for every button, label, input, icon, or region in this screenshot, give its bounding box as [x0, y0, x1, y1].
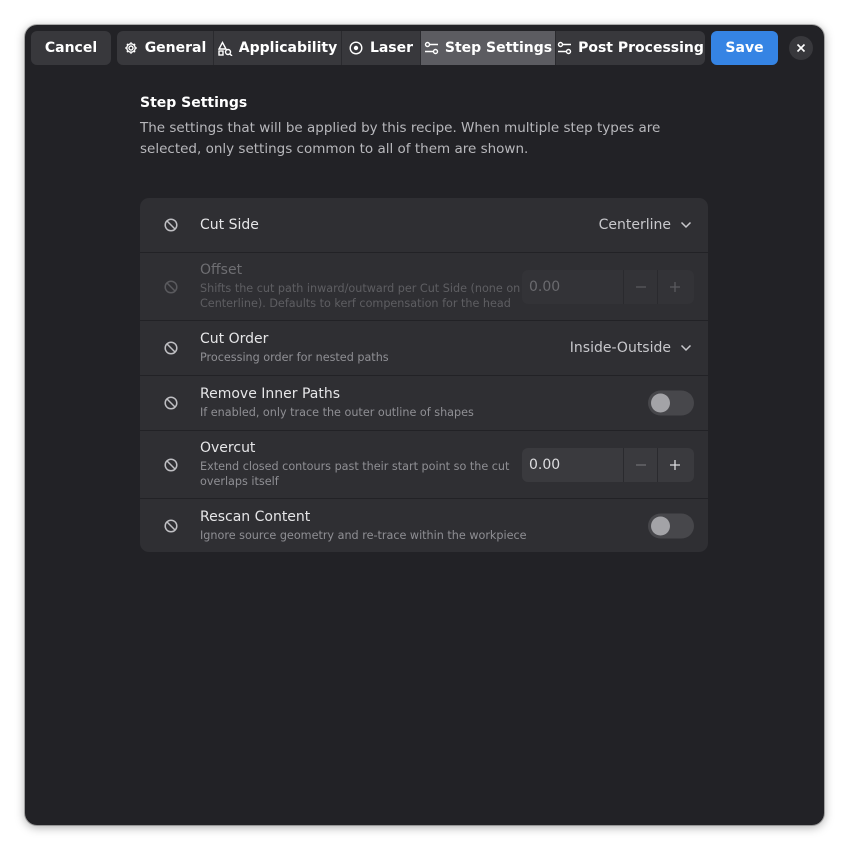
save-button[interactable]: Save: [711, 31, 778, 65]
tab-post-processing[interactable]: Post Processing: [555, 31, 705, 65]
setting-row-offset: Offset Shifts the cut path inward/outwar…: [140, 252, 708, 320]
gear-icon: [124, 41, 139, 56]
tab-step-settings[interactable]: Step Settings: [420, 31, 555, 65]
setting-row-overcut: Overcut Extend closed contours past thei…: [140, 430, 708, 498]
tab-bar: General Applicability Laser Step Setting…: [117, 31, 705, 65]
setting-row-cut-side: Cut Side Centerline: [140, 198, 708, 252]
chevron-down-icon: [680, 221, 692, 229]
setting-row-cut-order: Cut Order Processing order for nested pa…: [140, 320, 708, 375]
overcut-spinbutton: [522, 447, 694, 482]
page-description: The settings that will be applied by thi…: [140, 120, 661, 157]
recipe-dialog: Cancel General Applicability Laser Step …: [25, 25, 824, 825]
setting-subtitle: Ignore source geometry and re-trace with…: [200, 529, 527, 542]
tab-post-processing-label: Post Processing: [578, 40, 704, 56]
decrement-button[interactable]: [623, 447, 657, 482]
cancel-button[interactable]: Cancel: [31, 31, 111, 65]
no-symbol-icon: [163, 279, 179, 295]
rescan-content-switch[interactable]: [648, 513, 694, 538]
no-symbol-icon: [163, 340, 179, 356]
sliders-icon: [557, 41, 572, 56]
remove-inner-paths-switch[interactable]: [648, 390, 694, 416]
setting-title: Remove Inner Paths: [200, 386, 341, 402]
tab-laser[interactable]: Laser: [341, 31, 420, 65]
setting-subtitle: Processing order for nested paths: [200, 351, 389, 364]
setting-row-remove-inner-paths: Remove Inner Paths If enabled, only trac…: [140, 375, 708, 430]
setting-title: Overcut: [200, 440, 256, 456]
no-symbol-icon: [163, 395, 179, 411]
no-symbol-icon: [163, 217, 179, 233]
target-icon: [349, 41, 364, 56]
cut-order-dropdown[interactable]: Inside-Outside: [570, 340, 692, 356]
sliders-icon: [424, 41, 439, 56]
setting-title: Rescan Content: [200, 509, 311, 525]
tab-step-settings-label: Step Settings: [444, 40, 553, 56]
setting-subtitle: Shifts the cut path inward/outward per C…: [200, 282, 521, 310]
setting-title: Cut Side: [200, 217, 259, 233]
switch-knob: [651, 393, 670, 413]
setting-subtitle: If enabled, only trace the outer outline…: [200, 406, 474, 419]
no-symbol-icon: [163, 457, 179, 473]
setting-title: Offset: [200, 262, 243, 278]
decrement-button: [623, 269, 657, 304]
tab-applicability-label: Applicability: [238, 40, 338, 56]
tab-laser-label: Laser: [369, 40, 414, 56]
increment-button[interactable]: [657, 447, 691, 482]
dropdown-value: Inside-Outside: [569, 340, 671, 356]
close-button[interactable]: [789, 36, 813, 60]
tab-general[interactable]: General: [117, 31, 213, 65]
tab-applicability[interactable]: Applicability: [213, 31, 341, 65]
setting-subtitle: Extend closed contours past their start …: [200, 460, 510, 488]
setting-title: Cut Order: [200, 331, 269, 347]
cut-side-dropdown[interactable]: Centerline: [599, 217, 692, 233]
page-title: Step Settings: [140, 95, 248, 111]
chevron-down-icon: [680, 344, 692, 352]
switch-knob: [651, 516, 670, 535]
overcut-input[interactable]: [522, 447, 623, 482]
settings-list: Cut Side Centerline Offset Shifts the cu…: [140, 198, 708, 552]
close-icon: [796, 43, 806, 53]
dropdown-value: Centerline: [598, 217, 671, 233]
tab-general-label: General: [144, 40, 207, 56]
header-bar: Cancel General Applicability Laser Step …: [25, 25, 824, 71]
no-symbol-icon: [163, 518, 179, 534]
settings-page: Step Settings The settings that will be …: [140, 95, 708, 160]
increment-button: [657, 269, 691, 304]
offset-spinbutton: [522, 269, 694, 304]
offset-input: [522, 269, 623, 304]
shapes-search-icon: [217, 40, 233, 56]
setting-row-rescan-content: Rescan Content Ignore source geometry an…: [140, 498, 708, 552]
